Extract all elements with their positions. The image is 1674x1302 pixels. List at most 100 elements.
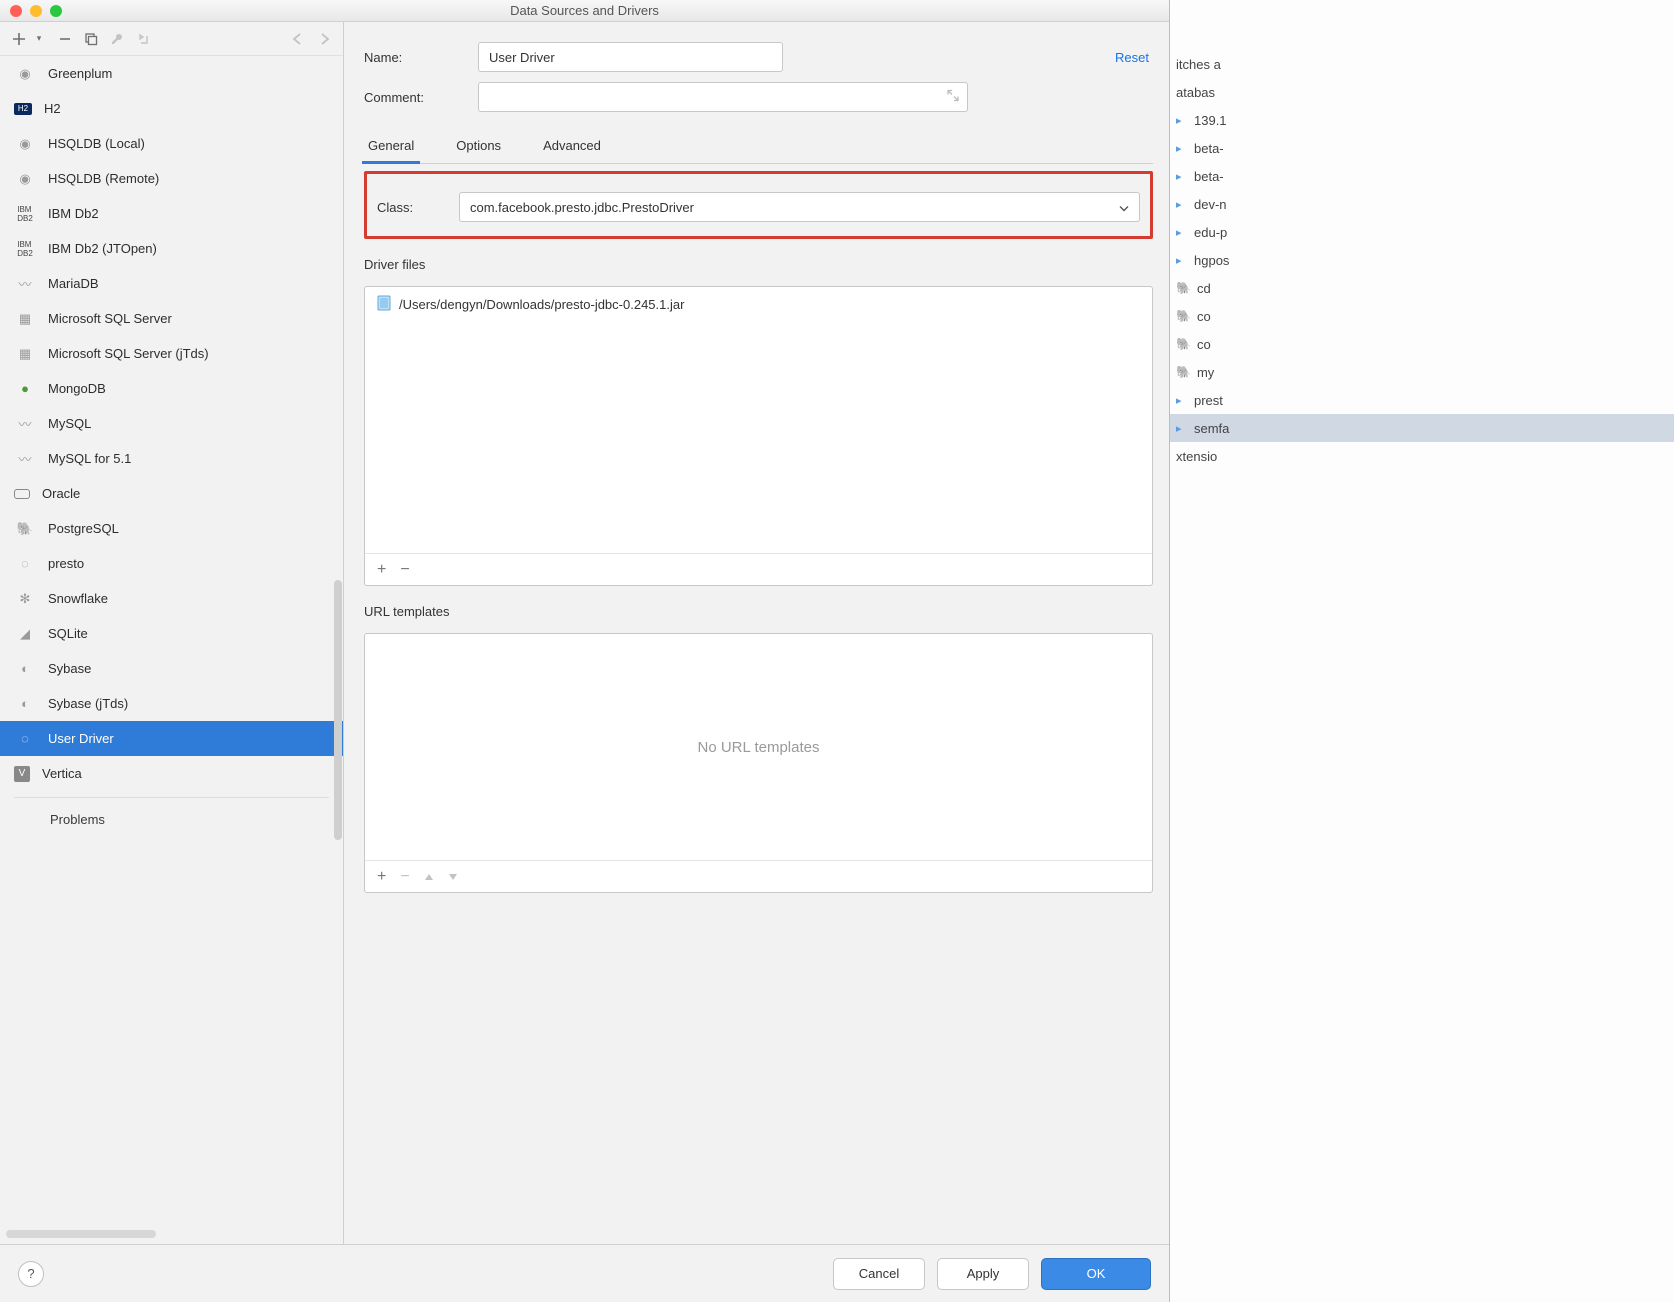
sidebar-item-sybase[interactable]: ◐Sybase [0, 651, 343, 686]
driver-files-panel: /Users/dengyn/Downloads/presto-jdbc-0.24… [364, 286, 1153, 586]
name-label: Name: [364, 50, 460, 65]
sidebar-item-label: Sybase (jTds) [48, 696, 128, 711]
user-driver-icon: ◌ [14, 728, 36, 750]
cancel-button[interactable]: Cancel [833, 1258, 925, 1290]
sidebar-item-mysql[interactable]: 〰MySQL [0, 406, 343, 441]
sidebar-item-vertica[interactable]: V Vertica [0, 756, 343, 791]
mysql-icon: 〰 [14, 413, 36, 435]
name-input[interactable]: User Driver [478, 42, 783, 72]
sidebar-toolbar: ▾ [0, 22, 343, 56]
mssql-icon: ▦ [14, 343, 36, 365]
hsqldb-icon: ◉ [14, 168, 36, 190]
remove-button[interactable] [54, 28, 76, 50]
remove-template-button[interactable]: − [400, 868, 409, 886]
comment-input[interactable] [478, 82, 968, 112]
class-label: Class: [377, 200, 441, 215]
sidebar-item-hsqldb-local[interactable]: ◉HSQLDB (Local) [0, 126, 343, 161]
sybase-icon: ◐ [14, 693, 36, 715]
move-up-button[interactable] [424, 869, 434, 884]
sidebar-item-ibm-db2-jtopen[interactable]: IBMDB2IBM Db2 (JTOpen) [0, 231, 343, 266]
sidebar-item-label: Snowflake [48, 591, 108, 606]
sidebar-vertical-scrollbar[interactable] [334, 580, 342, 840]
sidebar-item-greenplum[interactable]: ◉ Greenplum [0, 56, 343, 91]
sidebar-item-label: MongoDB [48, 381, 106, 396]
add-file-button[interactable]: + [377, 561, 386, 579]
sidebar-item-hsqldb-remote[interactable]: ◉ HSQLDB (Remote) [0, 161, 343, 196]
sidebar-item-mssql-jtds[interactable]: ▦Microsoft SQL Server (jTds) [0, 336, 343, 371]
copy-button[interactable] [80, 28, 102, 50]
problems-section[interactable]: Problems [0, 804, 343, 841]
apply-button[interactable]: Apply [937, 1258, 1029, 1290]
vertica-icon: V [14, 766, 30, 782]
sidebar-item-h2[interactable]: H2H2 [0, 91, 343, 126]
move-down-button[interactable] [448, 869, 458, 884]
url-templates-empty: No URL templates [365, 634, 1152, 860]
sidebar-item-sybase-jtds[interactable]: ◐ Sybase (jTds) [0, 686, 343, 721]
tab-advanced[interactable]: Advanced [539, 132, 605, 163]
sidebar-item-label: MySQL for 5.1 [48, 451, 131, 466]
mysql-icon: 〰 [14, 448, 36, 470]
back-arrow-icon [287, 28, 309, 50]
help-button[interactable]: ? [18, 1261, 44, 1287]
sidebar-item-label: Sybase [48, 661, 91, 676]
mssql-icon: ▦ [14, 308, 36, 330]
sidebar-item-label: SQLite [48, 626, 88, 641]
sidebar-item-snowflake[interactable]: ✻Snowflake [0, 581, 343, 616]
dialog-button-bar: ? Cancel Apply OK [0, 1244, 1169, 1302]
driver-file-row[interactable]: /Users/dengyn/Downloads/presto-jdbc-0.24… [365, 287, 1152, 322]
dialog-title: Data Sources and Drivers [0, 3, 1169, 18]
horizontal-scrollbar[interactable] [6, 1230, 156, 1238]
presto-icon: ◌ [14, 553, 36, 575]
sidebar-item-sqlite[interactable]: ◢ SQLite [0, 616, 343, 651]
data-sources-dialog: Data Sources and Drivers ▾ [0, 0, 1170, 1302]
sidebar-item-oracle[interactable]: Oracle [0, 476, 343, 511]
mongodb-icon: ● [14, 378, 36, 400]
sidebar-item-label: PostgreSQL [48, 521, 119, 536]
jar-icon [377, 295, 391, 314]
sqlite-icon: ◢ [14, 623, 36, 645]
sidebar-item-label: Microsoft SQL Server [48, 311, 172, 326]
add-template-button[interactable]: + [377, 868, 386, 886]
sidebar: ▾ [0, 22, 344, 1244]
reset-link[interactable]: Reset [1115, 50, 1149, 65]
chevron-down-icon [1119, 200, 1129, 215]
greenplum-icon: ◉ [14, 63, 36, 85]
chevron-down-icon[interactable]: ▾ [28, 28, 50, 50]
sidebar-item-presto[interactable]: ◌presto [0, 546, 343, 581]
revert-icon [132, 28, 154, 50]
add-button[interactable] [8, 28, 30, 50]
class-highlighted-section: Class: com.facebook.presto.jdbc.PrestoDr… [364, 171, 1153, 239]
sidebar-item-postgresql[interactable]: 🐘 PostgreSQL [0, 511, 343, 546]
sidebar-item-user-driver[interactable]: ◌ User Driver [0, 721, 343, 756]
sidebar-item-label: User Driver [48, 731, 114, 746]
sidebar-item-label: Vertica [42, 766, 82, 781]
sidebar-item-label: Greenplum [48, 66, 112, 81]
class-combobox[interactable]: com.facebook.presto.jdbc.PrestoDriver [459, 192, 1140, 222]
expand-icon[interactable] [947, 90, 959, 105]
comment-label: Comment: [364, 90, 460, 105]
background-editor-peek: itches a atabas ▸139.1 ▸beta- ▸beta- ▸de… [1170, 0, 1674, 1302]
driver-file-path: /Users/dengyn/Downloads/presto-jdbc-0.24… [399, 297, 684, 312]
sidebar-item-mssql[interactable]: ▦ Microsoft SQL Server [0, 301, 343, 336]
db2-icon: IBMDB2 [14, 238, 36, 260]
driver-list[interactable]: ◉Greenplum H2H2 ◉HSQLDB (Local) ◉HSQLDB … [0, 56, 343, 1230]
sidebar-item-label: HSQLDB (Local) [48, 136, 145, 151]
ok-button[interactable]: OK [1041, 1258, 1151, 1290]
remove-file-button[interactable]: − [400, 561, 409, 579]
sidebar-item-label: HSQLDB (Remote) [48, 171, 159, 186]
sidebar-item-label: MariaDB [48, 276, 99, 291]
forward-arrow-icon [313, 28, 335, 50]
postgresql-icon: 🐘 [14, 518, 36, 540]
sidebar-item-mysql51[interactable]: 〰 MySQL for 5.1 [0, 441, 343, 476]
oracle-icon [14, 489, 30, 499]
sidebar-item-mongodb[interactable]: ● MongoDB [0, 371, 343, 406]
driver-files-list[interactable]: /Users/dengyn/Downloads/presto-jdbc-0.24… [365, 287, 1152, 553]
sidebar-item-mariadb[interactable]: 〰MariaDB [0, 266, 343, 301]
db2-icon: IBMDB2 [14, 203, 36, 225]
sidebar-item-label: Oracle [42, 486, 80, 501]
tab-general[interactable]: General [364, 132, 418, 163]
sidebar-item-ibm-db2[interactable]: IBMDB2IBM Db2 [0, 196, 343, 231]
driver-settings-panel: Name: User Driver Reset Comment: General… [344, 22, 1169, 1244]
tab-options[interactable]: Options [452, 132, 505, 163]
titlebar: Data Sources and Drivers [0, 0, 1169, 22]
